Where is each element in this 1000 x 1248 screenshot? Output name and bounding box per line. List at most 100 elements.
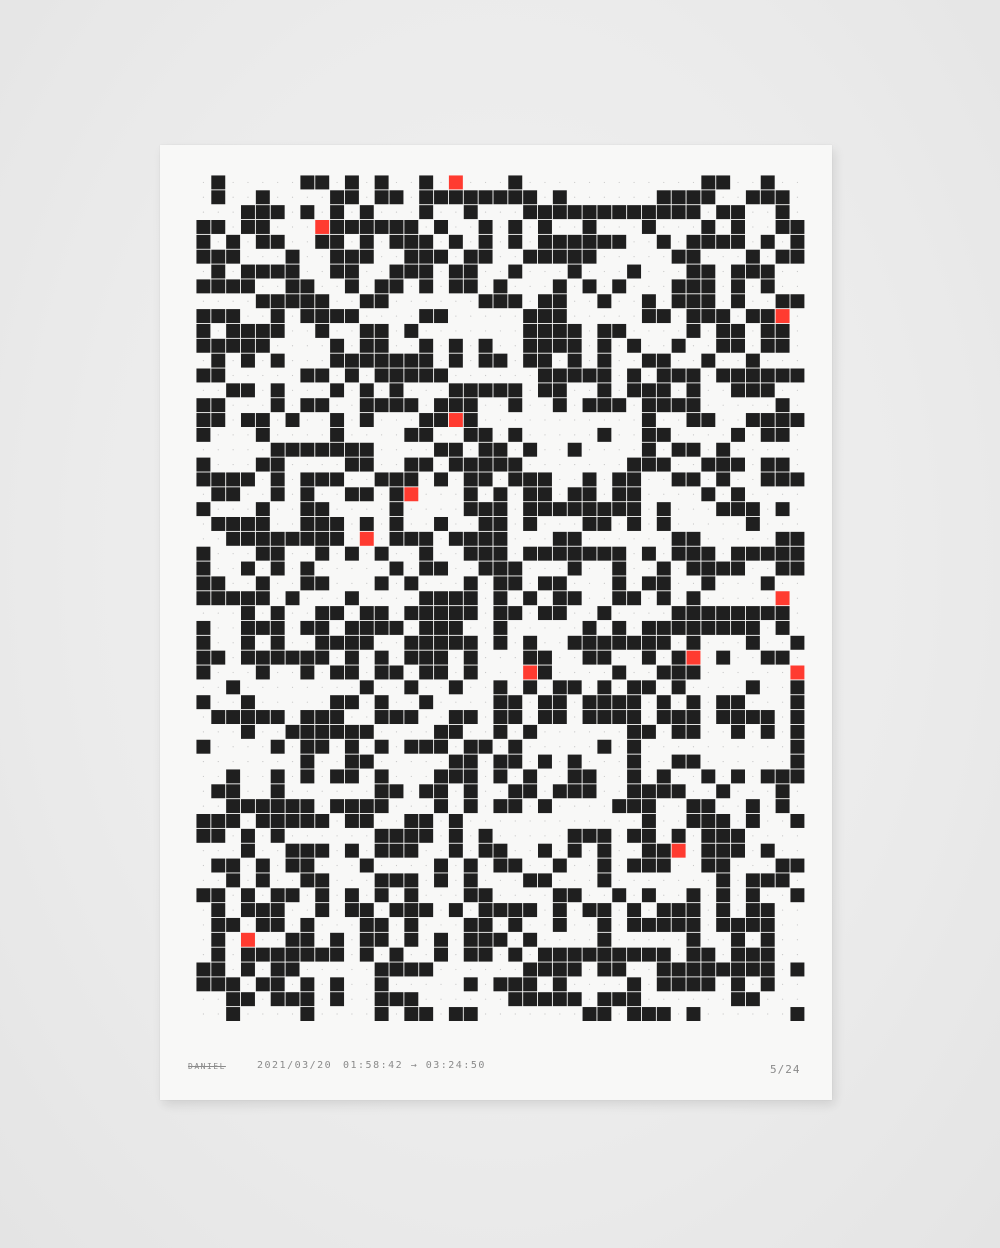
- grid-dot: [678, 954, 680, 956]
- grid-dot: [692, 835, 695, 837]
- black-cell: [419, 338, 434, 353]
- grid-dot: [514, 523, 516, 525]
- black-cell: [538, 502, 552, 517]
- grid-dot: [455, 954, 457, 956]
- black-cell: [686, 234, 701, 249]
- black-cell: [344, 264, 359, 279]
- grid-dot: [678, 567, 680, 570]
- black-cell: [641, 635, 656, 650]
- grid-dot: [781, 894, 784, 896]
- black-cell: [196, 665, 211, 680]
- black-cell: [374, 606, 389, 621]
- black-cell: [448, 814, 463, 828]
- black-cell: [270, 264, 285, 279]
- black-cell: [523, 309, 538, 324]
- black-cell: [330, 769, 345, 784]
- grid-dot: [291, 612, 294, 614]
- grid-dot: [796, 449, 799, 451]
- black-cell: [448, 353, 463, 368]
- grid-dot: [633, 894, 635, 896]
- grid-dot: [707, 523, 709, 525]
- grid-dot: [603, 478, 605, 481]
- black-cell: [359, 205, 374, 220]
- grid-dot: [470, 820, 472, 822]
- black-cell: [538, 383, 552, 398]
- black-cell: [552, 680, 567, 695]
- grid-dot: [752, 493, 754, 495]
- black-cell: [597, 992, 612, 1007]
- black-cell: [612, 561, 627, 576]
- black-cell: [300, 917, 315, 932]
- grid-dot: [737, 597, 739, 599]
- grid-dot: [217, 330, 219, 332]
- black-cell: [552, 205, 567, 220]
- black-cell: [538, 205, 552, 220]
- grid-dot: [306, 597, 308, 599]
- black-cell: [656, 368, 671, 383]
- grid-dot: [455, 998, 457, 1000]
- grid-dot: [648, 256, 650, 258]
- grid-dot: [618, 374, 620, 377]
- black-cell: [270, 650, 285, 665]
- black-cell: [389, 561, 404, 576]
- black-cell: [255, 620, 270, 635]
- grid-dot: [351, 582, 353, 584]
- black-cell: [374, 962, 389, 977]
- grid-dot: [455, 300, 457, 302]
- grid-dot: [796, 404, 799, 406]
- grid-dot: [529, 746, 531, 748]
- black-cell: [241, 799, 255, 814]
- black-cell: [612, 398, 627, 413]
- black-cell: [270, 917, 285, 932]
- grid-dot: [410, 315, 412, 317]
- black-cell: [300, 398, 315, 413]
- grid-dot: [559, 523, 561, 525]
- grid-dot: [336, 760, 338, 763]
- black-cell: [493, 294, 508, 309]
- grid-dot: [514, 360, 516, 362]
- black-cell: [582, 472, 597, 487]
- black-cell: [344, 635, 359, 650]
- grid-dot: [544, 196, 546, 198]
- black-cell: [315, 606, 330, 621]
- grid-dot: [440, 463, 442, 466]
- grid-dot: [603, 731, 605, 733]
- black-cell: [582, 903, 597, 918]
- black-cell: [196, 828, 211, 843]
- grid-dot: [381, 493, 383, 495]
- grid-dot: [351, 939, 353, 941]
- black-cell: [656, 517, 671, 531]
- black-cell: [641, 442, 656, 457]
- black-cell: [686, 710, 701, 724]
- grid-dot: [633, 181, 635, 184]
- black-cell: [448, 754, 463, 769]
- grid-dot: [336, 493, 338, 495]
- black-cell: [597, 517, 612, 531]
- black-cell: [493, 769, 508, 784]
- grid-dot: [603, 567, 605, 570]
- grid-dot: [752, 864, 754, 867]
- grid-dot: [648, 968, 650, 971]
- grid-dot: [499, 924, 502, 926]
- black-cell: [612, 710, 627, 724]
- grid-dot: [202, 805, 205, 807]
- grid-dot: [722, 1013, 724, 1015]
- black-cell: [745, 635, 760, 650]
- grid-dot: [692, 226, 695, 228]
- grid-dot: [544, 567, 546, 570]
- black-cell: [434, 635, 448, 650]
- black-cell: [211, 784, 226, 799]
- black-cell: [656, 502, 671, 517]
- black-cell: [434, 606, 448, 621]
- black-cell: [686, 917, 701, 932]
- black-cell: [493, 353, 508, 368]
- black-cell: [463, 754, 478, 769]
- grid-dot: [544, 449, 546, 451]
- black-cell: [701, 828, 716, 843]
- black-cell: [671, 680, 686, 695]
- grid-dot: [499, 181, 502, 184]
- black-cell: [686, 190, 701, 205]
- black-cell: [627, 338, 642, 353]
- black-cell: [255, 294, 270, 309]
- grid-dot: [217, 701, 219, 703]
